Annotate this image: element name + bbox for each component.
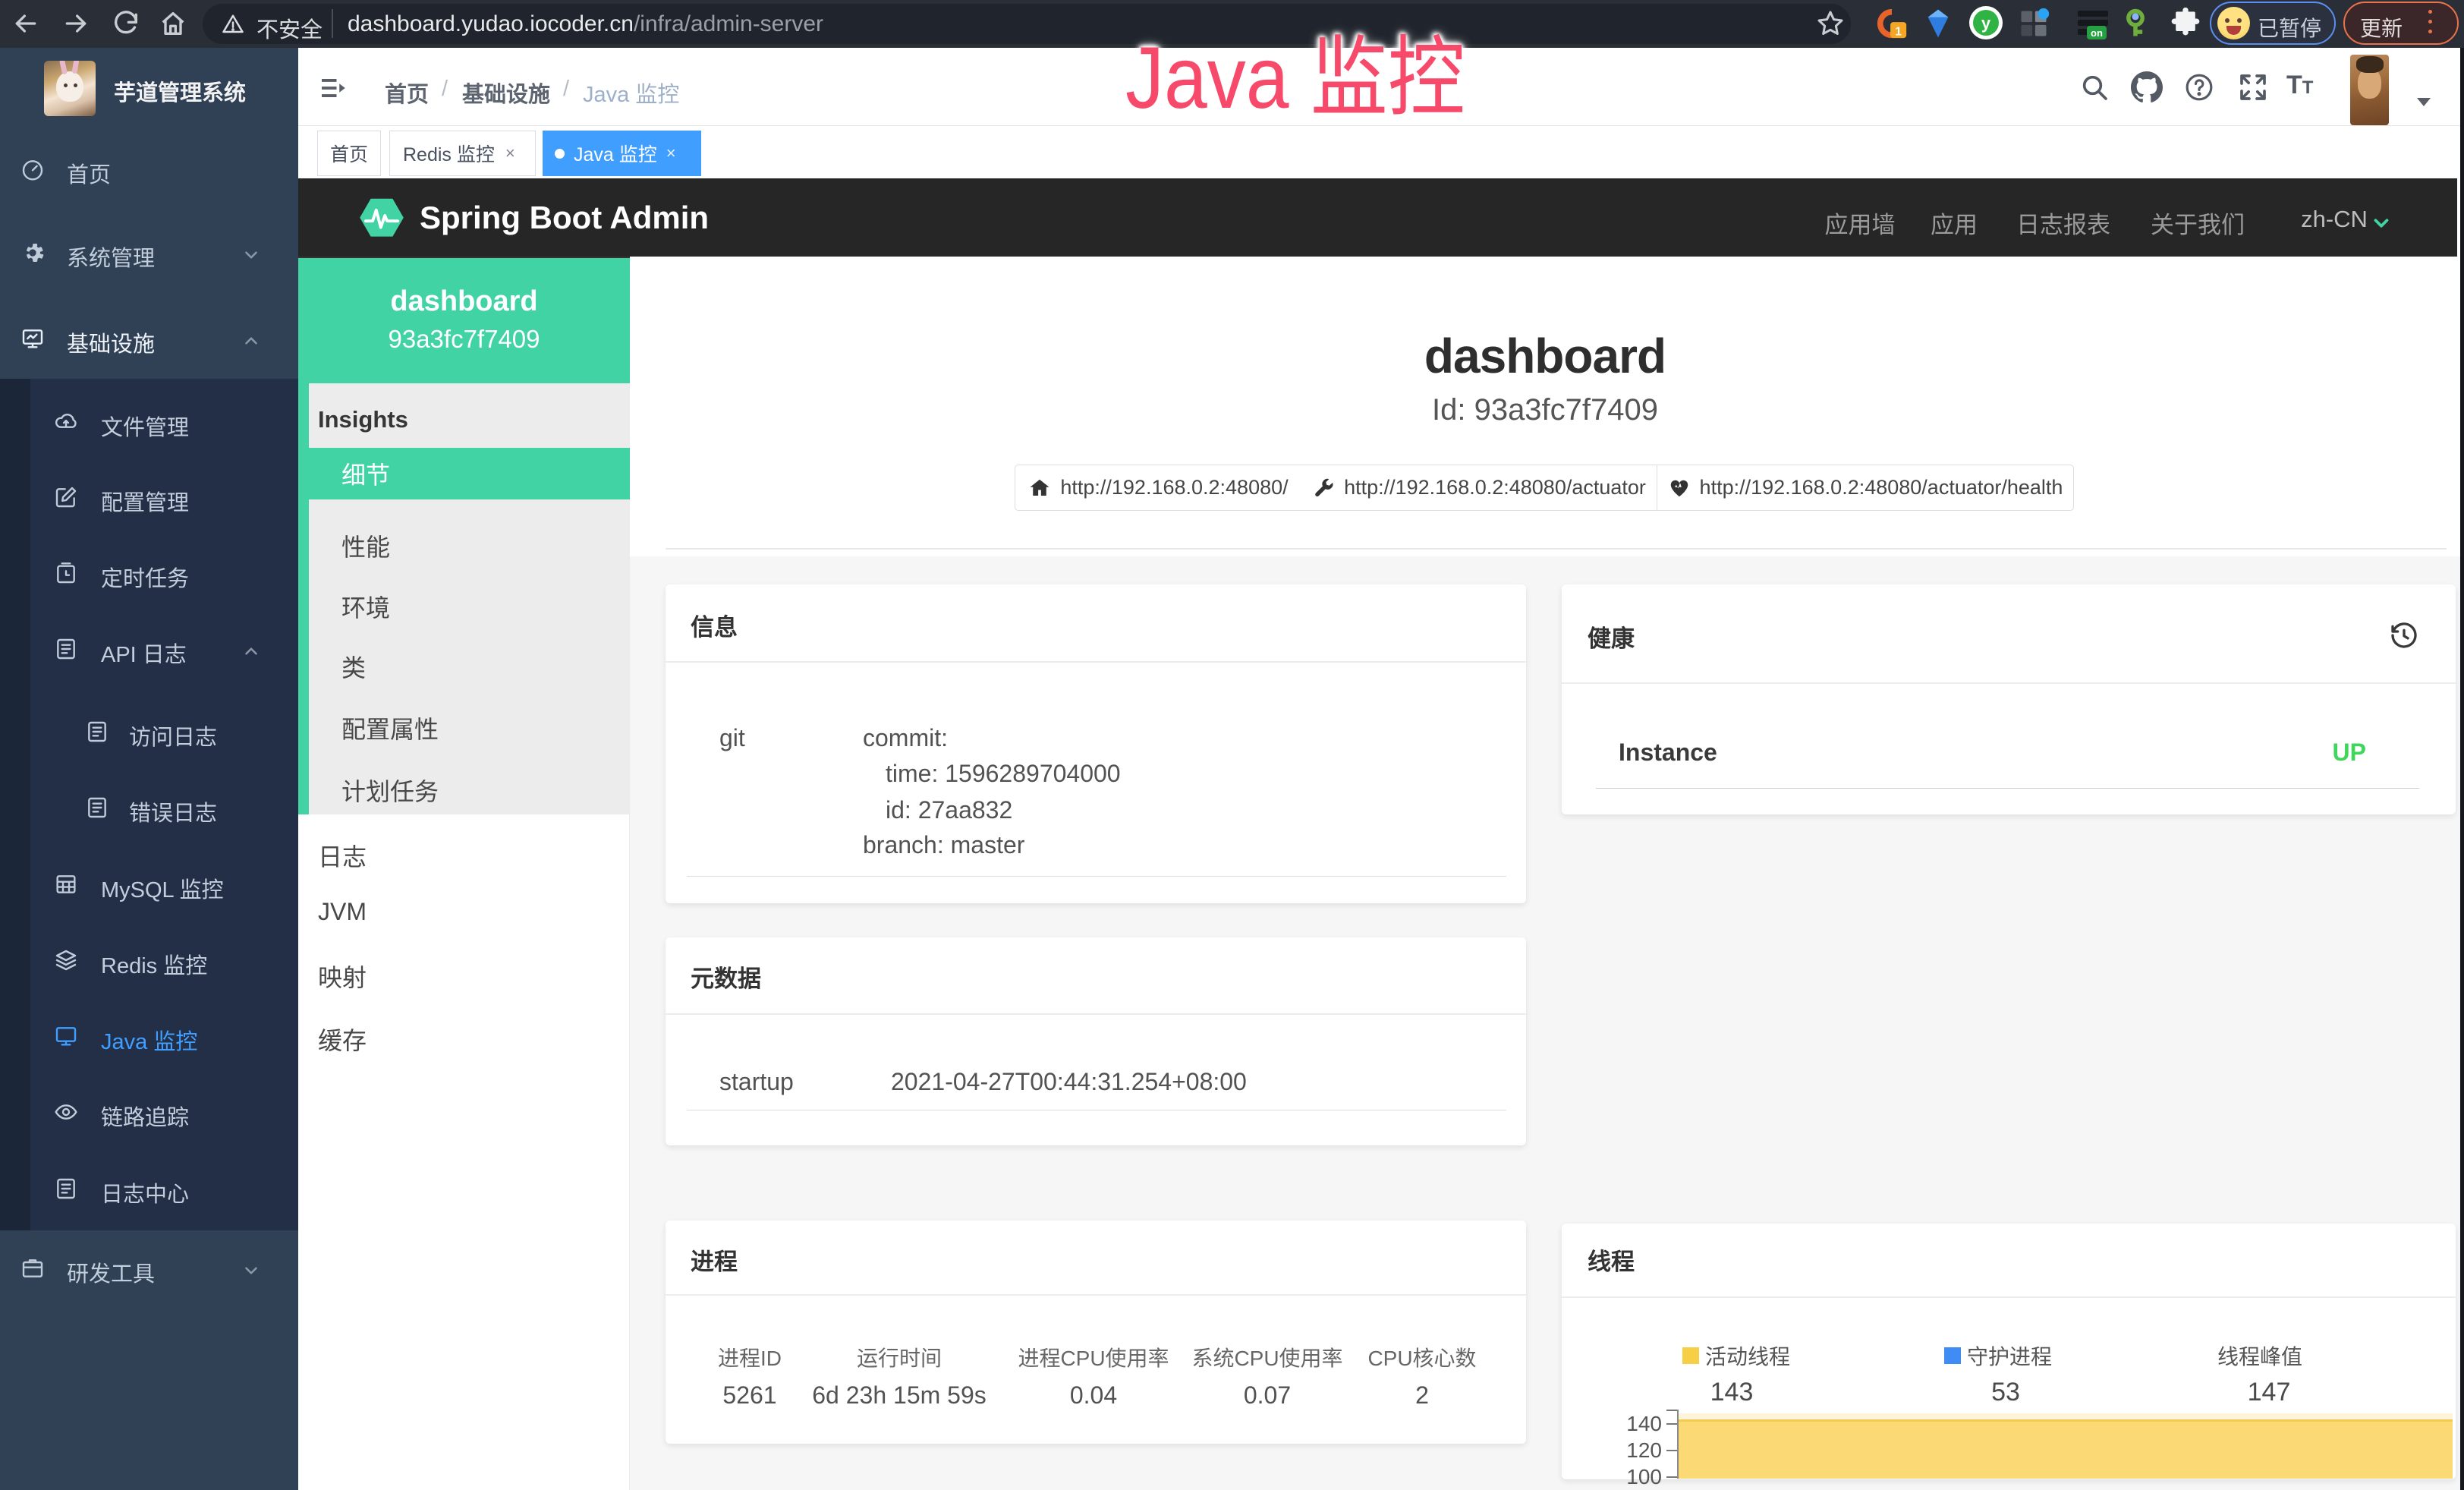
svg-text:1: 1	[1895, 25, 1902, 38]
svg-text:y: y	[1981, 14, 1991, 33]
svg-text:on: on	[2091, 27, 2103, 39]
